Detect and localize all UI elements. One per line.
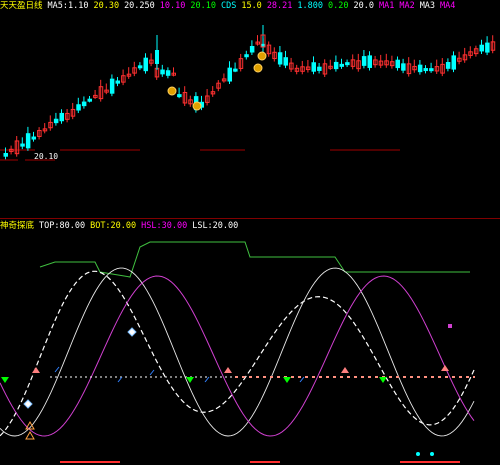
down-arrow-icon [283,377,291,383]
up-arrow-icon [32,367,40,373]
candle-body [333,61,339,70]
oscillator-chart[interactable] [0,232,500,465]
candle-body [165,70,171,76]
candle-body [401,63,406,71]
candle-body [59,112,64,122]
candle-body [3,153,8,157]
osc-indicator-1: BOT:20.00 [90,221,137,231]
panel-divider [0,218,500,219]
candle-body [233,68,238,72]
candle-body [53,118,59,124]
candle-body [367,55,372,68]
down-arrow-icon [1,377,9,383]
candle-body [423,68,428,72]
candle-body [451,55,456,70]
signal-dot [430,452,434,456]
candle-body [339,63,344,67]
up-arrow-icon [441,365,449,371]
candle-body [227,67,232,82]
candle-body [345,62,350,66]
osc-indicator-2: HSL:30.00 [141,221,188,231]
marker [448,324,452,328]
fast-oscillator-line [0,270,475,437]
oscillator-panel[interactable] [0,232,500,465]
candle-body [417,64,423,73]
diamond-icon [127,327,137,337]
candle-body [115,80,120,84]
candle-body [277,52,283,65]
candle-body [143,57,148,72]
coin-icon [192,101,202,111]
candlestick-panel[interactable]: 20.10 [0,10,500,218]
oscillator-title: 神奇探底 [0,221,35,231]
tick-mark [204,376,210,383]
candle-body [445,61,451,69]
candle-body [160,69,165,75]
candlestick-chart[interactable] [0,10,500,218]
candle-body [429,68,434,72]
coin-icon [257,51,267,61]
tick-mark [54,366,60,373]
coin-icon [253,63,263,73]
candle-body [244,54,249,58]
tick-mark [117,376,123,383]
candle-body [485,42,490,53]
candle-body [361,56,367,66]
candle-body [479,44,484,52]
candle-body [76,104,81,111]
candle-body [311,62,316,72]
warning-triangle-icon [25,430,35,440]
candle-body [395,59,400,69]
candle-body [25,133,31,149]
candle-body [31,136,36,140]
candle-body [81,101,87,107]
osc-indicator-0: TOP:80.00 [39,221,86,231]
candle-body [283,57,288,66]
up-arrow-icon [224,367,232,373]
candle-body [249,46,255,53]
slow-oscillator-line [0,267,475,437]
up-arrow-icon [341,367,349,373]
stock-chart-window: 天天盈日线 MA5:1.10 20.30 20.250 10.10 20.10 CDS 15.… [0,0,500,465]
candle-body [155,50,159,64]
diamond-icon [23,399,33,409]
candle-body [137,65,143,69]
oscillator-header: 神奇探底 TOP:80.00 BOT:20.00 HSL:30.00 LSL:20.00 [0,220,248,232]
tick-mark [149,369,155,376]
price-label: 20.10 [34,152,59,161]
candle-body [177,94,182,98]
magenta-line [0,275,475,437]
envelope-line [39,241,470,278]
candle-body [317,66,322,71]
candle-body [87,98,92,102]
down-arrow-icon [379,377,387,383]
coin-icon [167,86,177,96]
osc-indicator-3: LSL:20.00 [192,221,239,231]
signal-dot [416,452,420,456]
candle-body [109,78,115,94]
candle-body [20,143,25,147]
